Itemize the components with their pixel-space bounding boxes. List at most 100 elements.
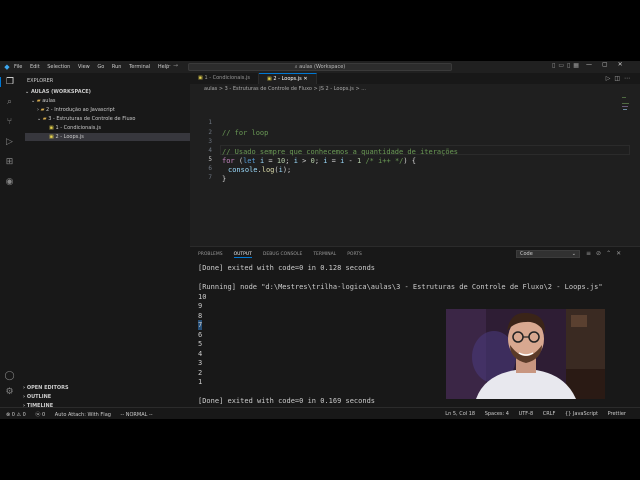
editor-group: ▣ 1 - Condicionais.js ▣ 2 - Loops.js ✕ ▷… (190, 73, 640, 246)
output-running-line: [Running] node "d:\Mestres\trilha-logica… (198, 283, 603, 291)
tab-ports[interactable]: PORTS (347, 252, 362, 258)
search-activity-icon[interactable]: ⌕ (0, 97, 19, 107)
explorer-sidebar: EXPLORER ⌄ AULAS (WORKSPACE) ⌄ ▰ aulas ›… (19, 73, 190, 407)
section-outline[interactable]: › OUTLINE (23, 394, 51, 400)
editor-tabs: ▣ 1 - Condicionais.js ▣ 2 - Loops.js ✕ (190, 73, 640, 84)
tree-item-aulas[interactable]: ⌄ ▰ aulas (25, 97, 190, 105)
output-channel-select[interactable]: Code ⌄ (516, 250, 580, 258)
tab-output[interactable]: OUTPUT (233, 252, 252, 258)
tab-problems[interactable]: PROBLEMS (198, 252, 223, 258)
tab-condicionais[interactable]: ▣ 1 - Condicionais.js (190, 73, 259, 84)
window-controls: — ▢ ✕ (586, 61, 623, 68)
tree-item-label: 2 - Introdução ao Javascript (46, 107, 115, 113)
remote-icon[interactable]: ◉ (0, 177, 19, 187)
tab-terminal[interactable]: TERMINAL (313, 252, 336, 258)
clear-output-icon[interactable]: ⊘ (596, 250, 606, 257)
section-label: OUTLINE (26, 394, 52, 400)
activity-bar: ❐ ⌕ ⑂ ▷ ⊞ ◉ ◯ ⚙ (0, 73, 19, 407)
output-done-line-2: [Done] exited with code=0 in 0.169 secon… (198, 397, 376, 405)
status-eol[interactable]: CRLF (543, 411, 556, 417)
maximize-icon[interactable]: ▢ (602, 61, 608, 68)
tree-item-label: 2 - Loops.js (55, 134, 84, 140)
more-actions-icon[interactable]: ⋯ (624, 75, 634, 82)
editor-actions: ▷◫⋯ (606, 75, 634, 82)
status-indentation[interactable]: Spaces: 4 (485, 411, 509, 417)
webcam-overlay (446, 309, 605, 399)
close-panel-icon[interactable]: ✕ (616, 250, 626, 257)
workspace-header[interactable]: ⌄ AULAS (WORKSPACE) (25, 89, 91, 95)
lock-scroll-icon[interactable]: ≡ (586, 250, 596, 257)
tab-label: 2 - Loops.js (273, 76, 302, 82)
menu-view[interactable]: View (78, 64, 90, 70)
nav-arrows: ← → (166, 62, 178, 69)
status-cursor-position[interactable]: Ln 5, Col 18 (445, 411, 475, 417)
output-number-selected: 7 (198, 320, 203, 330)
workspace-label: AULAS (WORKSPACE) (30, 89, 91, 95)
line-number: 7 (208, 174, 212, 181)
vscode-logo-icon: ◆ (4, 63, 10, 71)
output-done-line-1: [Done] exited with code=0 in 0.128 secon… (198, 264, 376, 272)
source-control-icon[interactable]: ⑂ (0, 117, 19, 127)
tree-item-intro-js[interactable]: › ▰ 2 - Introdução ao Javascript (25, 106, 190, 114)
tab-close-icon[interactable]: ✕ (303, 76, 307, 82)
tree-item-label: aulas (42, 98, 56, 104)
status-vim-mode: -- NORMAL -- (120, 412, 153, 418)
back-arrow-icon[interactable]: ← (166, 62, 171, 69)
code-line-1[interactable]: 1 // for loop (190, 108, 630, 137)
menu-selection[interactable]: Selection (47, 64, 70, 70)
menu-edit[interactable]: Edit (30, 64, 40, 70)
toggle-panel-icon[interactable]: ▭ (558, 62, 567, 69)
tab-label: 1 - Condicionais.js (204, 75, 250, 81)
section-label: TIMELINE (26, 403, 54, 409)
code-text: } (222, 175, 227, 183)
maximize-panel-icon[interactable]: ⌃ (606, 250, 616, 257)
menu-bar: File Edit Selection View Go Run Terminal… (14, 64, 175, 70)
output-number: 5 (198, 340, 203, 348)
sidebar-title: EXPLORER (27, 78, 54, 84)
menu-run[interactable]: Run (112, 64, 122, 70)
output-number: 1 (198, 378, 203, 386)
tree-item-loops[interactable]: ▣ 2 - Loops.js (25, 133, 190, 141)
tree-item-label: 1 - Condicionais.js (55, 125, 101, 131)
search-text: aulas (Workspace) (299, 64, 346, 70)
panel-actions: ≡⊘⌃✕ (586, 250, 626, 257)
section-timeline[interactable]: › TIMELINE (23, 403, 53, 409)
status-prettier[interactable]: Prettier (608, 411, 626, 417)
status-bar: ⊗ 0 ⚠ 0 ⓦ 0 Auto Attach: With Flag -- NO… (0, 407, 640, 419)
status-language[interactable]: {} JavaScript (565, 411, 598, 417)
account-icon[interactable]: ◯ (0, 371, 19, 381)
menu-file[interactable]: File (14, 64, 22, 70)
status-right: Ln 5, Col 18 Spaces: 4 UTF-8 CRLF {} Jav… (445, 411, 634, 417)
minimize-icon[interactable]: — (586, 61, 592, 68)
section-open-editors[interactable]: › OPEN EDITORS (23, 385, 69, 391)
minimap[interactable] (622, 95, 630, 245)
menu-go[interactable]: Go (97, 64, 104, 70)
run-debug-icon[interactable]: ▷ (0, 137, 19, 147)
manage-gear-icon[interactable]: ⚙ (0, 387, 19, 397)
split-editor-icon[interactable]: ◫ (614, 75, 624, 82)
status-problems[interactable]: ⊗ 0 ⚠ 0 (6, 412, 26, 418)
code-line-7[interactable]: 7 (190, 163, 630, 181)
extensions-icon[interactable]: ⊞ (0, 157, 19, 167)
tab-debug-console[interactable]: DEBUG CONSOLE (263, 252, 302, 258)
customize-layout-icon[interactable]: ▦ (573, 62, 582, 69)
status-auto-attach[interactable]: Auto Attach: With Flag (55, 412, 111, 418)
status-ports[interactable]: ⓦ 0 (35, 412, 45, 418)
close-icon[interactable]: ✕ (618, 61, 623, 68)
layout-controls: ▯▭▯▦ (552, 62, 582, 69)
status-left: ⊗ 0 ⚠ 0 ⓦ 0 Auto Attach: With Flag -- NO… (6, 411, 161, 418)
status-encoding[interactable]: UTF-8 (519, 411, 534, 417)
breadcrumb[interactable]: aulas > 3 - Estruturas de Controle de Fl… (204, 86, 366, 92)
panel-tabs: PROBLEMS OUTPUT DEBUG CONSOLE TERMINAL P… (198, 252, 362, 258)
output-channel-value: Code (520, 251, 533, 257)
command-center-search[interactable]: ⌕ aulas (Workspace) (188, 63, 452, 71)
presenter-video (446, 309, 605, 399)
tree-item-label: 3 - Estruturas de Controle de Fluxo (48, 116, 136, 122)
tree-item-estruturas[interactable]: ⌄ ▰ 3 - Estruturas de Controle de Fluxo (25, 115, 190, 123)
menu-terminal[interactable]: Terminal (129, 64, 150, 70)
tab-loops[interactable]: ▣ 2 - Loops.js ✕ (258, 73, 317, 84)
section-label: OPEN EDITORS (26, 385, 69, 391)
explorer-icon[interactable]: ❐ (0, 77, 19, 87)
tree-item-condicionais[interactable]: ▣ 1 - Condicionais.js (25, 124, 190, 132)
forward-arrow-icon[interactable]: → (173, 62, 178, 69)
